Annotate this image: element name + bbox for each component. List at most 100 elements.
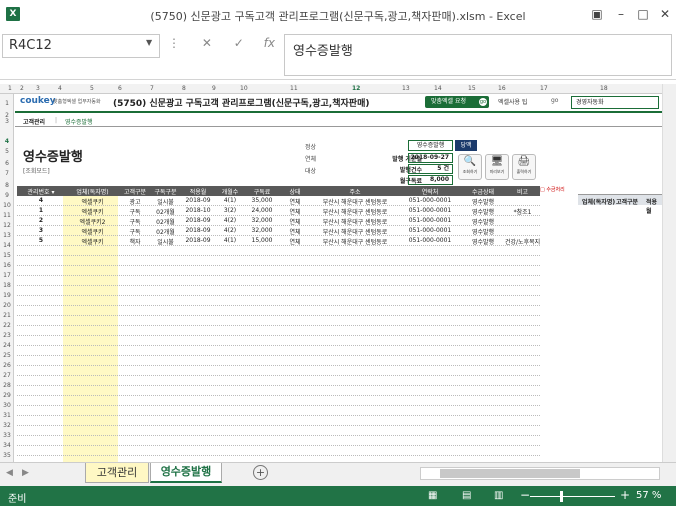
page-layout-icon[interactable]: ▤ (462, 490, 471, 501)
table-row[interactable]: 4 엑셀쿠키 광고 일시불 2018-09 4(1) 35,000 연체 부산시 해운대구 센텀… (17, 196, 540, 206)
table-header-cell[interactable]: 업체(독자명) (65, 187, 120, 196)
tab-customer-management[interactable]: 고객관리 (85, 463, 149, 483)
table-row[interactable] (17, 316, 540, 326)
minimize-icon[interactable]: – (610, 4, 632, 24)
table-row[interactable]: 3 엑셀쿠키 구독 02개월 2018-09 4(2) 32,000 연체 부산시 해운대구 센… (17, 226, 540, 236)
row-label[interactable]: 27 (1, 372, 13, 379)
row-label[interactable]: 12 (1, 222, 13, 229)
table-row[interactable] (17, 286, 540, 296)
column-label[interactable]: 5 (90, 85, 94, 92)
table-row[interactable] (17, 426, 540, 436)
zoom-in-icon[interactable]: + (620, 488, 630, 502)
table-row[interactable] (17, 346, 540, 356)
row-label[interactable]: 24 (1, 342, 13, 349)
row-label[interactable]: 6 (1, 160, 13, 167)
row-label[interactable]: 29 (1, 392, 13, 399)
zoom-out-icon[interactable]: − (520, 488, 530, 502)
monthly-fee-value[interactable]: 8,000 (408, 175, 453, 185)
excel-tip-go[interactable]: go (551, 97, 558, 104)
worksheet[interactable]: coukey 맞춤형엑셀 업무자동화 (5750) 신문광고 구독고객 관리프로… (15, 94, 662, 462)
column-label[interactable]: 14 (434, 85, 442, 92)
row-header[interactable]: 1 2 3 4 5 6 7 8 9 10 11 12 13 14 15 16 17 18 19 20 21 22 23 24 2… (0, 94, 14, 462)
table-row[interactable] (17, 436, 540, 446)
close-icon[interactable]: ✕ (654, 4, 676, 24)
row-label[interactable]: 25 (1, 352, 13, 359)
option-target[interactable]: 대상 (305, 166, 316, 175)
table-header-cell[interactable]: 연락처 (399, 187, 461, 196)
receipt-tag[interactable]: 영수증발행 (408, 140, 453, 151)
column-label[interactable]: 9 (212, 85, 216, 92)
row-label[interactable]: 13 (1, 232, 13, 239)
maximize-icon[interactable]: □ (632, 4, 654, 24)
table-row[interactable] (17, 246, 540, 256)
zoom-slider-thumb[interactable] (560, 491, 563, 502)
fx-icon[interactable]: fx (264, 36, 275, 50)
table-row[interactable] (17, 416, 540, 426)
table-row[interactable] (17, 366, 540, 376)
table-row[interactable] (17, 256, 540, 266)
column-label[interactable]: 11 (290, 85, 298, 92)
table-row[interactable] (17, 276, 540, 286)
row-label[interactable]: 7 (1, 170, 13, 177)
table-row[interactable] (17, 406, 540, 416)
table-row[interactable] (17, 386, 540, 396)
column-label[interactable]: 13 (402, 85, 410, 92)
row-label[interactable]: 14 (1, 242, 13, 249)
table-row[interactable] (17, 296, 540, 306)
option-overdue[interactable]: 연체 (305, 154, 316, 163)
row-label[interactable]: 1 (1, 100, 13, 107)
normal-view-icon[interactable]: ▦ (428, 490, 437, 501)
preview-button[interactable]: 🖥 미리보기 (485, 154, 509, 180)
table-row[interactable] (17, 356, 540, 366)
receipt-tag-2[interactable]: 당맥 (455, 140, 477, 151)
row-label[interactable]: 20 (1, 302, 13, 309)
table-row[interactable] (17, 326, 540, 336)
column-label[interactable]: 15 (468, 85, 476, 92)
excel-tip-link[interactable]: 엑셀사용 팁 (498, 97, 528, 106)
table-header-cell[interactable]: 수금상태 (461, 187, 505, 196)
table-header-cell[interactable]: 적용월 (181, 187, 215, 196)
row-label[interactable]: 11 (1, 212, 13, 219)
row-label[interactable]: 8 (1, 182, 13, 189)
column-label[interactable]: 2 (20, 85, 24, 92)
ribbon-display-icon[interactable]: ▣ (586, 4, 608, 24)
row-label[interactable]: 28 (1, 382, 13, 389)
tab-next-icon[interactable]: ▶ (22, 468, 29, 478)
column-label[interactable]: 12 (352, 85, 360, 92)
row-label[interactable]: 9 (1, 192, 13, 199)
row-label[interactable]: 4 (1, 138, 13, 145)
custom-excel-request-button[interactable]: 맞춤엑셀 요청 go (425, 96, 489, 108)
issue-count-value[interactable]: 5 건 (408, 164, 453, 174)
row-label[interactable]: 31 (1, 412, 13, 419)
column-label[interactable]: 16 (498, 85, 506, 92)
table-row[interactable] (17, 396, 540, 406)
page-break-icon[interactable]: ▥ (494, 490, 503, 501)
row-label[interactable]: 26 (1, 362, 13, 369)
table-row[interactable]: 5 엑셀쿠키 책자 일시불 2018-09 4(1) 15,000 연체 부산시 해운대구 센텀… (17, 236, 540, 246)
table-header-cell[interactable]: 개월수 (215, 187, 245, 196)
column-label[interactable]: 1 (8, 85, 12, 92)
row-label[interactable]: 19 (1, 292, 13, 299)
table-row[interactable] (17, 336, 540, 346)
row-label[interactable]: 3 (1, 118, 13, 125)
table-row[interactable]: 1 엑셀쿠키 구독 02개월 2018-10 3(2) 24,000 연체 부산시 해운대구 센… (17, 206, 540, 216)
row-label[interactable]: 23 (1, 332, 13, 339)
column-label[interactable]: 4 (58, 85, 62, 92)
column-header[interactable]: 1 2 3 4 5 6 7 8 9 10 11 12 13 14 15 16 17 18 (0, 84, 662, 94)
formula-input[interactable]: 영수증발행 (284, 34, 672, 76)
name-box[interactable]: R4C12 (2, 34, 160, 58)
table-row[interactable] (17, 306, 540, 316)
collect-checkbox[interactable]: □ 수금처리 (540, 186, 565, 193)
cancel-icon[interactable]: ✕ (202, 36, 212, 50)
row-label[interactable]: 30 (1, 402, 13, 409)
column-label[interactable]: 18 (600, 85, 608, 92)
table-row[interactable] (17, 266, 540, 276)
issue-date-value[interactable]: 2018-09-27 (408, 153, 453, 163)
table-header-cell[interactable]: 상태 (279, 187, 311, 196)
column-label[interactable]: 10 (240, 85, 248, 92)
row-label[interactable]: 33 (1, 432, 13, 439)
column-label[interactable]: 8 (182, 85, 186, 92)
column-label[interactable]: 17 (540, 85, 548, 92)
horizontal-scroll-thumb[interactable] (440, 469, 580, 478)
table-header-cell[interactable]: 관리번호 ▾ (19, 187, 63, 196)
